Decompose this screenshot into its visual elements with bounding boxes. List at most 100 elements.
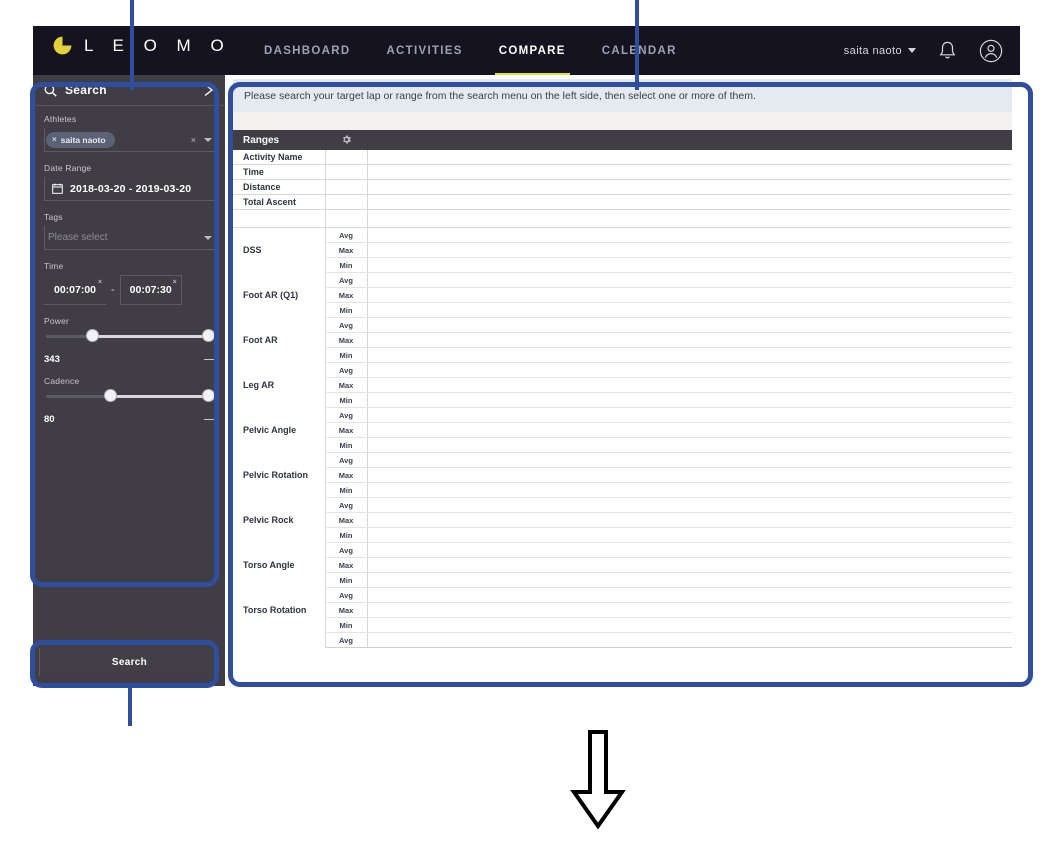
search-button[interactable]: Search — [39, 648, 219, 676]
metric-sub-label: Avg — [325, 228, 367, 243]
metric-sub-label: Max — [325, 243, 367, 258]
tags-select[interactable]: Please select — [44, 226, 214, 250]
nav-item-calendar[interactable]: CALENDAR — [584, 26, 695, 75]
chevron-down-icon — [908, 48, 916, 53]
athlete-chip[interactable]: × saita naoto — [46, 132, 115, 148]
cadence-slider[interactable] — [44, 390, 214, 411]
cadence-slider-fill — [110, 395, 212, 398]
power-slider-knob-min[interactable] — [87, 330, 98, 341]
metric-value — [367, 333, 1012, 348]
metric-value — [367, 468, 1012, 483]
time-from-clear-icon[interactable]: × — [98, 279, 102, 286]
athletes-select[interactable]: × saita naoto × — [44, 128, 214, 152]
instruction-text: Please search your target lap or range f… — [244, 90, 756, 102]
time-range-row: 00:07:00 × - 00:07:30 × — [44, 275, 214, 305]
metric-sub-label: Avg — [325, 408, 367, 423]
cadence-min-value: 80 — [44, 414, 55, 425]
athletes-label: Athletes — [44, 114, 214, 124]
banner-spacer — [233, 112, 1012, 130]
brand-name: L E O M O — [84, 36, 231, 55]
basic-row-label: Activity Name — [233, 150, 325, 165]
metric-sub-label: Min — [325, 258, 367, 273]
metric-value — [367, 363, 1012, 378]
metric-value — [367, 378, 1012, 393]
time-to-clear-icon[interactable]: × — [173, 279, 177, 286]
table-row: Time — [233, 165, 1012, 180]
field-date-range: Date Range 2018-03-20 - 2019-03-20 — [44, 163, 214, 201]
metric-label: Pelvic Rotation — [233, 453, 325, 498]
metric-value — [367, 633, 1012, 648]
search-sidebar: Search Athletes × saita naoto — [33, 75, 225, 686]
table-spacer-row — [233, 210, 1012, 228]
metric-value — [367, 498, 1012, 513]
metric-value — [367, 483, 1012, 498]
nav-item-activities[interactable]: ACTIVITIES — [368, 26, 480, 75]
metric-sub-label: Min — [325, 483, 367, 498]
date-range-input[interactable]: 2018-03-20 - 2019-03-20 — [44, 177, 214, 201]
metric-value — [367, 243, 1012, 258]
time-label: Time — [44, 261, 214, 271]
notification-bell-icon[interactable] — [934, 38, 960, 64]
basic-row-sub — [325, 195, 367, 210]
brand-logo[interactable]: L E O M O — [53, 36, 231, 55]
metric-sub-label: Min — [325, 303, 367, 318]
metric-row: Max — [233, 513, 1012, 528]
metric-value — [367, 588, 1012, 603]
metric-sub-label: Min — [325, 393, 367, 408]
metric-row: Foot AR (Q1)Avg — [233, 273, 1012, 288]
field-time: Time 00:07:00 × - 00:07:30 × — [44, 261, 214, 305]
caret-down-icon[interactable] — [204, 138, 212, 142]
metric-sub-label: Min — [325, 348, 367, 363]
metric-value — [367, 228, 1012, 243]
sidebar-title: Search — [65, 83, 203, 97]
time-separator: - — [106, 284, 120, 296]
chevron-right-icon[interactable] — [203, 83, 214, 97]
power-slider[interactable] — [44, 330, 214, 351]
metric-sub-label: Max — [325, 288, 367, 303]
metric-row: Foot ARAvg — [233, 318, 1012, 333]
metric-sub-label: Max — [325, 468, 367, 483]
metric-sub-label: Avg — [325, 588, 367, 603]
metric-row: Min — [233, 483, 1012, 498]
comparison-table: Ranges Activity NameTimeDistanceTotal As… — [233, 130, 1012, 648]
chip-remove-icon[interactable]: × — [52, 135, 57, 144]
metric-sub-label: Avg — [325, 633, 367, 648]
tags-placeholder: Please select — [46, 232, 107, 243]
cadence-slider-knob-min[interactable] — [105, 390, 116, 401]
metric-row: Min — [233, 303, 1012, 318]
power-min-value: 343 — [44, 354, 60, 365]
metric-value — [367, 558, 1012, 573]
cadence-slider-knob-max[interactable] — [203, 390, 214, 401]
time-from-input[interactable]: 00:07:00 × — [44, 276, 106, 305]
caret-down-icon[interactable] — [204, 236, 212, 240]
sidebar-header: Search — [33, 75, 225, 106]
metric-row: Torso AngleAvg — [233, 543, 1012, 558]
nav-item-compare[interactable]: COMPARE — [481, 26, 584, 75]
field-tags: Tags Please select — [44, 212, 214, 250]
metric-value — [367, 573, 1012, 588]
main-content: Please search your target lap or range f… — [225, 75, 1020, 686]
time-to-input[interactable]: 00:07:30 × — [120, 275, 182, 305]
metric-sub-label: Avg — [325, 453, 367, 468]
time-to-value: 00:07:30 — [130, 284, 172, 296]
table-header-row: Ranges — [233, 130, 1012, 150]
metric-label: Foot AR — [233, 318, 325, 363]
user-menu[interactable]: saita naoto — [844, 45, 916, 57]
user-avatar-icon[interactable] — [978, 38, 1004, 64]
metric-value — [367, 348, 1012, 363]
metric-row: Max — [233, 468, 1012, 483]
nav-item-dashboard[interactable]: DASHBOARD — [246, 26, 368, 75]
metric-row: Min — [233, 618, 1012, 633]
tags-actions — [204, 236, 212, 240]
power-slider-knob-max[interactable] — [203, 330, 214, 341]
settings-gear-icon[interactable] — [325, 130, 367, 150]
time-from-value: 00:07:00 — [54, 284, 96, 296]
metric-value — [367, 303, 1012, 318]
annotation-line-bottom — [128, 686, 132, 726]
metric-row: Leg ARAvg — [233, 363, 1012, 378]
metric-value — [367, 258, 1012, 273]
metric-value — [367, 273, 1012, 288]
table-row: Total Ascent — [233, 195, 1012, 210]
metric-row: Min — [233, 348, 1012, 363]
clear-icon[interactable]: × — [191, 135, 196, 145]
